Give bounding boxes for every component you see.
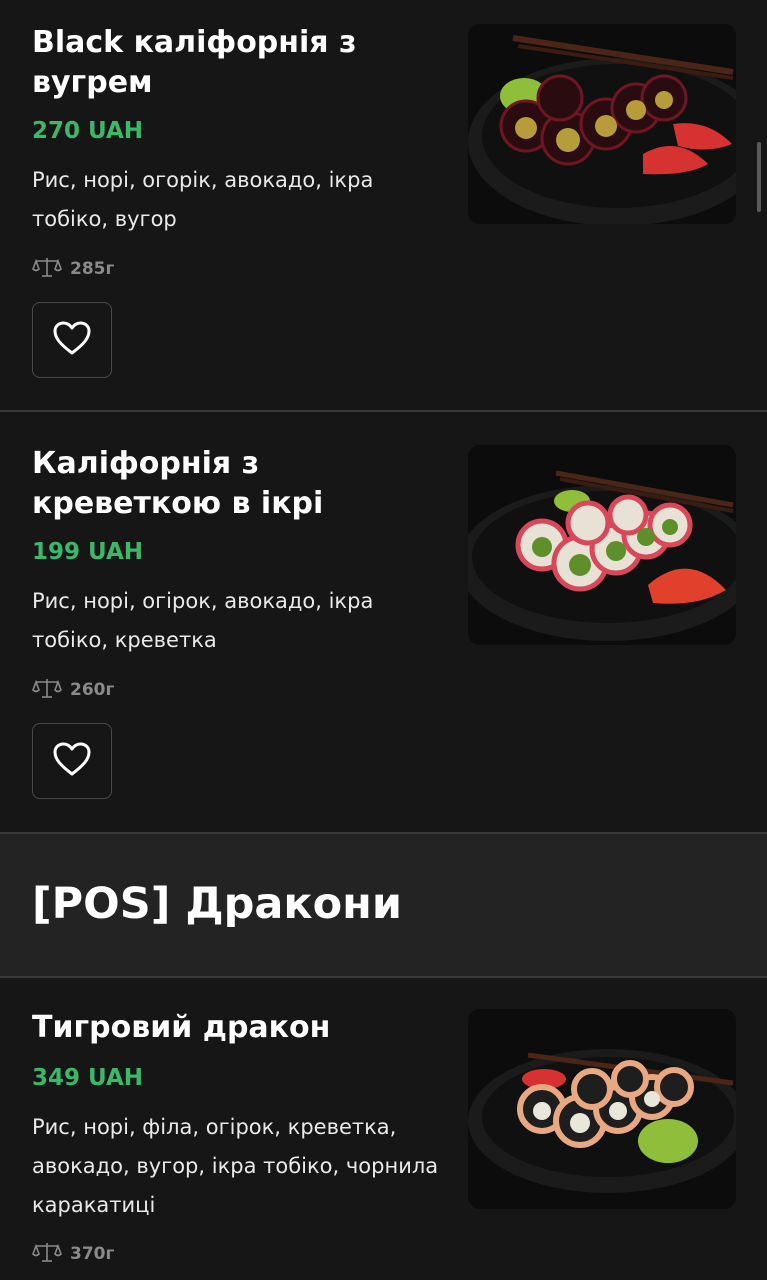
scrollbar[interactable] (757, 142, 761, 212)
product-price: 270 UAH (32, 118, 144, 144)
scale-icon (32, 256, 62, 283)
scale-icon (32, 677, 62, 704)
product-image[interactable] (468, 1009, 736, 1209)
product-description: Рис, норі, огірок, авокадо, ікра тобіко,… (32, 589, 374, 652)
product-name: Black каліфорнія з вугрем (32, 25, 357, 100)
product-card[interactable]: Black каліфорнія з вугрем 270 UAH Рис, н… (0, 0, 767, 410)
weight-value: 370г (70, 1244, 115, 1264)
favorite-button[interactable] (32, 302, 112, 378)
menu-page: Black каліфорнія з вугрем 270 UAH Рис, н… (0, 0, 767, 1280)
category-header: [POS] Дракони (0, 834, 767, 976)
favorite-button[interactable] (32, 723, 112, 799)
weight-value: 285г (70, 259, 115, 279)
product-name: Каліфорнія з креветкою в ікрі (32, 446, 324, 521)
scale-icon (32, 1241, 62, 1268)
product-weight: 260г (32, 677, 114, 703)
product-image[interactable] (468, 24, 736, 224)
product-card[interactable]: Каліфорнія з креветкою в ікрі 199 UAH Ри… (0, 412, 767, 832)
product-card[interactable]: Тигровий дракон 349 UAH Рис, норі, філа,… (0, 978, 767, 1280)
product-weight: 285г (32, 256, 114, 282)
product-description: Рис, норі, огорік, авокадо, ікра тобіко,… (32, 168, 374, 231)
heart-icon (52, 320, 92, 360)
category-title: [POS] Дракони (32, 879, 402, 929)
product-image[interactable] (468, 445, 736, 645)
product-weight: 370г (32, 1241, 114, 1267)
weight-value: 260г (70, 680, 115, 700)
product-price: 349 UAH (32, 1065, 144, 1091)
product-description: Рис, норі, філа, огірок, креветка, авока… (32, 1115, 439, 1217)
product-name: Тигровий дракон (32, 1010, 331, 1045)
heart-icon (52, 741, 92, 781)
product-price: 199 UAH (32, 539, 144, 565)
